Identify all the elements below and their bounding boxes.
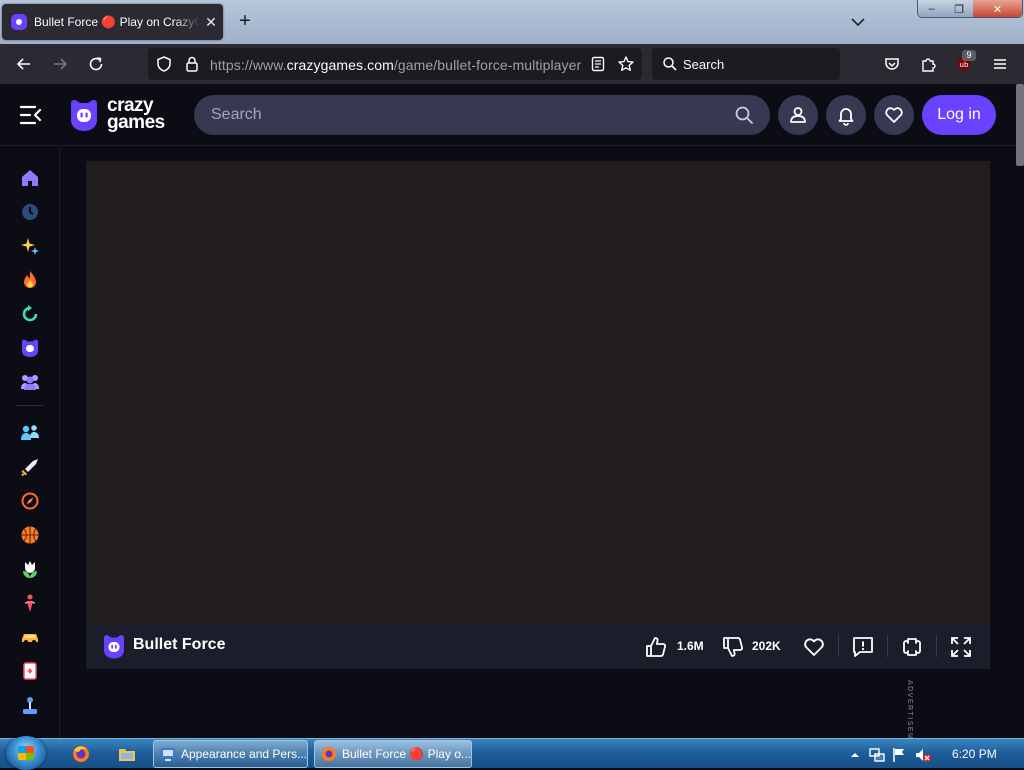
firefox-icon (322, 747, 336, 761)
forward-arrow-icon[interactable] (48, 52, 72, 76)
dislike-count: 202K (752, 639, 781, 653)
action-sword-icon[interactable] (20, 457, 40, 477)
new-tab-button[interactable]: + (234, 10, 256, 32)
control-divider (887, 635, 888, 657)
tracking-shield-icon[interactable] (152, 52, 176, 76)
browser-search-placeholder: Search (683, 57, 725, 72)
back-arrow-icon[interactable] (12, 52, 36, 76)
browser-tab-active[interactable]: Bullet Force 🔴 Play on CrazyGames ✕ (2, 4, 223, 40)
logo-line-2: games (107, 112, 165, 133)
lock-icon[interactable] (180, 52, 204, 76)
game-title: Bullet Force (133, 636, 226, 653)
reader-view-icon[interactable] (586, 52, 610, 76)
like-thumbs-up-icon[interactable] (644, 635, 668, 659)
friends-icon (790, 107, 806, 123)
site-header: crazy games Search Log in (0, 84, 1024, 146)
page-scrollbar-track[interactable] (1016, 166, 1024, 738)
url-text[interactable]: https://www.crazygames.com/game/bullet-f… (210, 57, 581, 73)
favorites-button[interactable] (874, 95, 914, 135)
bookmark-star-icon[interactable] (614, 52, 638, 76)
beauty-flower-icon[interactable] (20, 559, 40, 579)
tab-close-icon[interactable]: ✕ (204, 14, 218, 31)
site-search-placeholder: Search (211, 106, 262, 123)
crazygames-logo-icon[interactable] (68, 98, 100, 132)
bike-icon[interactable] (20, 593, 40, 613)
browser-tab-strip: Bullet Force 🔴 Play on CrazyGames ✕ + – … (0, 0, 1024, 44)
search-icon (658, 52, 682, 76)
dislike-thumbs-down-icon[interactable] (721, 635, 745, 659)
originals-icon[interactable] (20, 338, 40, 358)
report-issue-icon[interactable] (851, 635, 875, 659)
game-logo-icon (102, 634, 126, 659)
game-canvas[interactable] (86, 161, 990, 623)
list-all-tabs-chevron-icon[interactable] (848, 12, 868, 32)
windows-taskbar: Appearance and Pers... Bullet Force 🔴 Pl… (0, 736, 1024, 770)
game-control-bar: Bullet Force 1.6M 202K (86, 623, 990, 669)
taskbar-item-firefox[interactable]: Bullet Force 🔴 Play o... (314, 740, 472, 768)
control-divider (936, 635, 937, 657)
crazygames-favicon-icon (11, 14, 27, 30)
taskbar-item-label: Bullet Force 🔴 Play o... (342, 747, 471, 761)
multiplayer-icon[interactable] (20, 372, 40, 392)
minimize-button[interactable]: – (918, 0, 946, 17)
friends-button[interactable] (778, 95, 818, 135)
favorite-heart-icon[interactable] (802, 635, 826, 659)
trending-fire-icon[interactable] (20, 270, 40, 290)
restore-button[interactable]: ❐ (945, 0, 973, 17)
browser-search-box[interactable]: Search (652, 48, 840, 80)
extensions-puzzle-icon[interactable] (916, 52, 940, 76)
taskbar-item-label: Appearance and Pers... (181, 747, 308, 761)
window-controls: – ❐ ✕ (917, 0, 1023, 18)
basketball-icon[interactable] (20, 525, 40, 545)
close-window-button[interactable]: ✕ (972, 0, 1022, 17)
bell-icon (838, 108, 854, 126)
start-button[interactable] (6, 736, 46, 770)
page-scrollbar-thumb[interactable] (1016, 84, 1024, 166)
pocket-icon[interactable] (880, 52, 904, 76)
notifications-button[interactable] (826, 95, 866, 135)
embed-puzzle-icon[interactable] (900, 635, 924, 659)
search-icon[interactable] (734, 105, 754, 125)
recent-icon[interactable] (20, 202, 40, 222)
category-sidebar (0, 147, 60, 738)
fullscreen-icon[interactable] (949, 635, 973, 659)
sidebar-toggle-icon[interactable] (19, 104, 43, 126)
new-sparkle-icon[interactable] (20, 236, 40, 256)
home-icon[interactable] (20, 168, 40, 188)
heart-icon (885, 107, 903, 123)
adventure-compass-icon[interactable] (20, 491, 40, 511)
control-panel-icon (161, 748, 175, 761)
menu-hamburger-icon[interactable] (988, 52, 1012, 76)
crazygames-wordmark[interactable]: crazy games (107, 96, 165, 133)
tab-title: Bullet Force 🔴 Play on CrazyGames (34, 15, 200, 29)
volume-muted-icon[interactable] (910, 742, 936, 768)
address-bar[interactable]: https://www.crazygames.com/game/bullet-f… (148, 48, 642, 80)
card-icon[interactable] (20, 661, 40, 681)
reload-icon[interactable] (84, 52, 108, 76)
car-icon[interactable] (20, 627, 40, 647)
browser-navigation-bar: https://www.crazygames.com/game/bullet-f… (0, 44, 1024, 84)
casual-icon[interactable] (20, 695, 40, 715)
firefox-pinned-icon[interactable] (68, 741, 94, 767)
taskbar-item-control-panel[interactable]: Appearance and Pers... (153, 740, 308, 768)
explorer-pinned-icon[interactable] (114, 741, 140, 767)
like-count: 1.6M (677, 639, 704, 653)
svg-text:ub: ub (960, 61, 969, 69)
action-center-flag-icon[interactable] (886, 742, 912, 768)
sidebar-divider (16, 405, 44, 406)
taskbar-clock[interactable]: 6:20 PM (952, 747, 997, 761)
updated-icon[interactable] (20, 304, 40, 324)
two-player-icon[interactable] (20, 423, 40, 443)
extension-badge: 9 (962, 50, 976, 61)
control-divider (838, 635, 839, 657)
login-button[interactable]: Log in (922, 95, 996, 135)
site-search-input[interactable]: Search (194, 95, 770, 135)
